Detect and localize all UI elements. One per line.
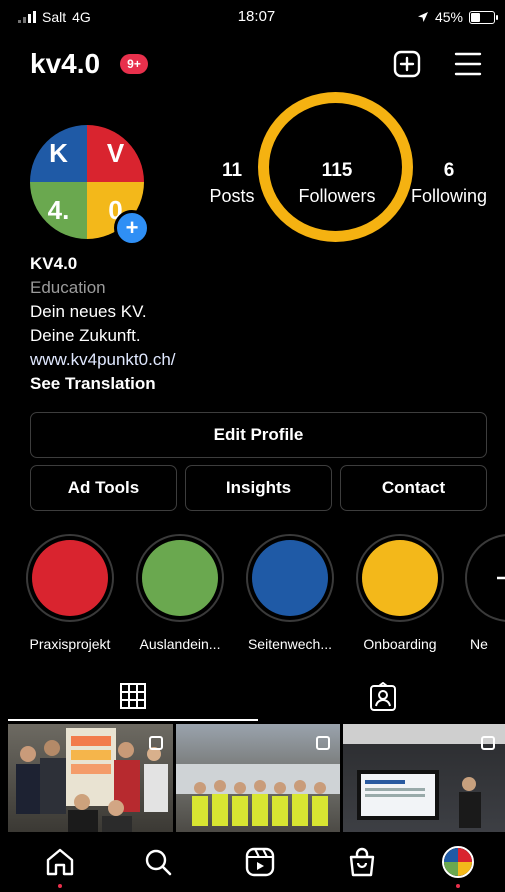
profile-link[interactable]: www.kv4punkt0.ch/: [30, 348, 176, 372]
highlight-label: Praxisprojekt: [29, 636, 111, 652]
create-post-icon[interactable]: [393, 50, 421, 78]
profile-nav-avatar[interactable]: [442, 846, 474, 878]
bottom-navigation: [8, 832, 505, 892]
avatar-quadrant: [458, 862, 472, 876]
post-thumbnail[interactable]: [176, 724, 340, 832]
profile-bio: KV4.0 Education Dein neues KV. Deine Zuk…: [30, 252, 176, 396]
contact-button[interactable]: Contact: [340, 465, 487, 511]
location-arrow-icon: [417, 12, 428, 22]
posts-label: Posts: [209, 186, 255, 206]
battery-icon: [469, 10, 498, 24]
reels-icon[interactable]: [244, 846, 276, 878]
avatar-quadrant: [444, 848, 458, 862]
following-count[interactable]: 6 Following: [403, 160, 495, 207]
highlight-ring: [136, 534, 224, 622]
multi-photo-icon: [149, 736, 163, 750]
home-notification-dot: [58, 884, 62, 888]
grid-icon[interactable]: [119, 682, 147, 710]
new-highlight[interactable]: Ne: [464, 534, 505, 652]
battery-percent: 45%: [434, 9, 463, 25]
highlight-ring: [246, 534, 334, 622]
avatar-quadrant: 4.: [30, 182, 87, 239]
highlight-label: Auslandein...: [139, 636, 221, 652]
highlight-label: Onboarding: [363, 636, 437, 652]
profile-notification-dot: [456, 884, 460, 888]
story-highlight[interactable]: Praxisprojekt: [25, 534, 115, 652]
add-story-button[interactable]: +: [114, 210, 150, 246]
bio-line: Dein neues KV.: [30, 302, 147, 321]
annotation-circle: [258, 92, 413, 242]
multi-photo-icon: [316, 736, 330, 750]
highlight-ring: [356, 534, 444, 622]
home-icon[interactable]: [44, 846, 76, 878]
insights-button[interactable]: Insights: [185, 465, 332, 511]
profile-name: KV4.0: [30, 254, 78, 273]
avatar-quadrant: V: [87, 125, 144, 182]
highlight-cover: [142, 540, 218, 616]
profile-tabs: [8, 672, 505, 724]
posts-count[interactable]: 11 Posts: [204, 160, 260, 207]
highlight-label: Seitenwech...: [247, 636, 333, 652]
profile-category: Education: [30, 278, 106, 297]
highlight-cover: [252, 540, 328, 616]
avatar-quadrant: [444, 862, 458, 876]
posts-grid: [8, 724, 505, 832]
edit-profile-button[interactable]: Edit Profile: [30, 412, 487, 458]
highlight-label: Ne: [470, 636, 488, 652]
active-tab-indicator: [8, 719, 258, 721]
search-icon[interactable]: [142, 846, 174, 878]
tagged-icon[interactable]: [369, 682, 397, 712]
multi-photo-icon: [481, 736, 495, 750]
status-right: 45%: [417, 9, 498, 25]
posts-number: 11: [221, 160, 243, 181]
story-highlight[interactable]: Seitenwech...: [245, 534, 335, 652]
ad-tools-button[interactable]: Ad Tools: [30, 465, 177, 511]
new-highlight-ring: [465, 534, 505, 622]
highlight-ring: [26, 534, 114, 622]
avatar-quadrant: [458, 848, 472, 862]
see-translation-link[interactable]: See Translation: [30, 372, 176, 396]
story-highlight[interactable]: Onboarding: [355, 534, 445, 652]
username-switcher[interactable]: kv4.0: [30, 48, 100, 80]
bio-line: Deine Zukunft.: [30, 326, 141, 345]
status-bar: Salt 4G 18:07 45%: [8, 0, 505, 34]
highlight-cover: [362, 540, 438, 616]
notification-badge[interactable]: 9+: [120, 54, 148, 74]
shop-icon[interactable]: [346, 846, 378, 878]
story-highlight[interactable]: Auslandein...: [135, 534, 225, 652]
avatar-quadrant: K: [30, 125, 87, 182]
highlight-cover: [32, 540, 108, 616]
post-thumbnail[interactable]: [343, 724, 505, 832]
profile-header: kv4.0 9+: [8, 40, 505, 90]
following-label: Following: [410, 186, 488, 206]
instagram-profile-screen: Salt 4G 18:07 45% kv4.0 9+ K V 4. 0 + 11…: [8, 0, 505, 892]
menu-icon[interactable]: [454, 51, 482, 77]
following-number: 6: [443, 160, 455, 181]
plus-icon: [497, 576, 505, 580]
post-thumbnail[interactable]: [8, 724, 173, 832]
